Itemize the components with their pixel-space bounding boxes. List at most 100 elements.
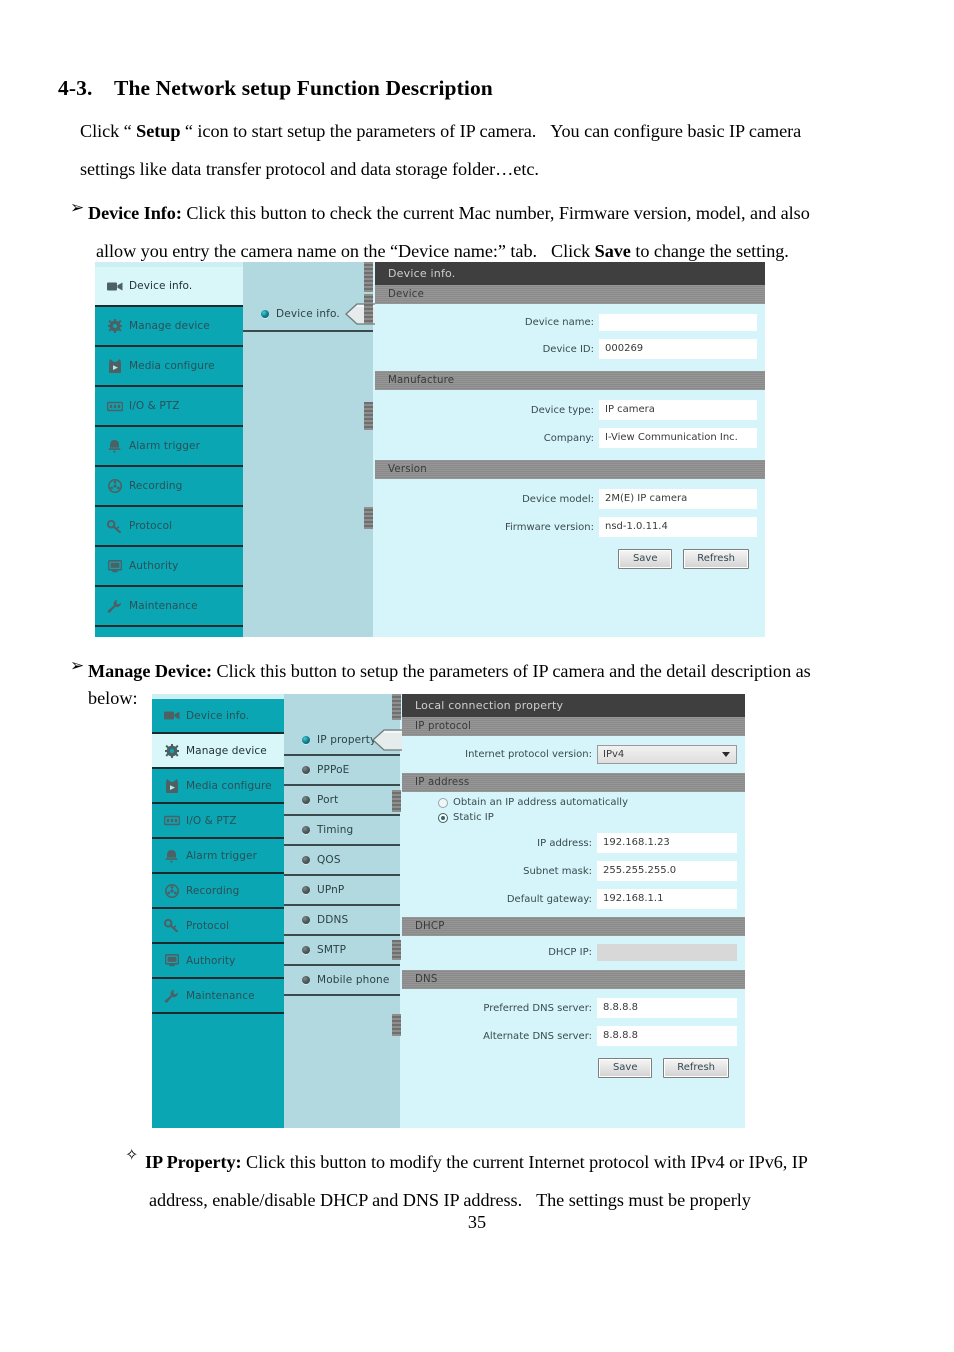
shot2-sidebar-item-i-o-ptz[interactable]: I/O & PTZ: [152, 804, 284, 839]
field-label: Company:: [543, 432, 594, 444]
sidebar-item-label: Manage device: [186, 744, 267, 757]
refresh-button[interactable]: Refresh: [663, 1058, 729, 1078]
sidebar-item-label: Protocol: [186, 919, 230, 932]
device-info-line-1: Click this button to check the current M…: [181, 203, 810, 223]
input-subnet-mask[interactable]: 255.255.255.0: [597, 861, 737, 881]
shot1-sidebar-item-alarm-trigger[interactable]: Alarm trigger: [95, 427, 243, 467]
monitor-icon: [106, 559, 123, 573]
field-label: Device type:: [530, 404, 594, 416]
shot1-sidebar-item-maintenance[interactable]: Maintenance: [95, 587, 243, 627]
shot2-section-head-dhcp: DHCP: [402, 917, 745, 936]
input-device-model[interactable]: 2M(E) IP camera: [599, 489, 757, 509]
input-preferred-dns-server[interactable]: 8.8.8.8: [597, 998, 737, 1018]
shot1-scroll-stub-4[interactable]: [364, 507, 373, 529]
radio-static-ip[interactable]: Static IP: [402, 810, 745, 825]
gear-icon: [163, 743, 180, 758]
input-device-type[interactable]: IP camera: [599, 400, 757, 420]
shot2-content-panel: Local connection property IP protocol Inte…: [402, 694, 745, 1128]
shot2-submenu-item-port[interactable]: Port: [284, 786, 400, 816]
shot1-sidebar-item-media-configure[interactable]: Media configure: [95, 347, 243, 387]
field-row: Company: I-View Communication Inc.: [375, 424, 765, 452]
submenu-item-label: UPnP: [317, 884, 345, 896]
shot2-sidebar-item-protocol[interactable]: Protocol: [152, 909, 284, 944]
sidebar-item-label: I/O & PTZ: [186, 814, 237, 827]
refresh-button[interactable]: Refresh: [683, 549, 749, 569]
field-label: Firmware version:: [504, 521, 594, 533]
sidebar-item-label: Maintenance: [186, 989, 255, 1002]
active-pointer-icon: [372, 729, 406, 751]
shot2-section-head-ip-address: IP address: [402, 773, 745, 792]
field-row: Alternate DNS server: 8.8.8.8: [402, 1022, 745, 1050]
submenu-item-label: SMTP: [317, 944, 347, 956]
input-firmware-version[interactable]: nsd-1.0.11.4: [599, 517, 757, 537]
shot2-sidebar-item-recording[interactable]: Recording: [152, 874, 284, 909]
input-company[interactable]: I-View Communication Inc.: [599, 428, 757, 448]
save-button[interactable]: Save: [598, 1058, 653, 1078]
shot1-sidebar-item-manage-device[interactable]: Manage device: [95, 307, 243, 347]
radio-dot-icon: [302, 976, 310, 984]
chevron-down-icon: [722, 752, 730, 757]
shot2-sidebar-item-authority[interactable]: Authority: [152, 944, 284, 979]
key-icon: [106, 519, 123, 533]
shot1-submenu-item-device-info[interactable]: Device info.: [243, 298, 379, 332]
radio-dot-icon: [302, 886, 310, 894]
sidebar-item-label: I/O & PTZ: [129, 400, 180, 412]
shot1-sidebar-item-protocol[interactable]: Protocol: [95, 507, 243, 547]
save-button[interactable]: Save: [618, 549, 673, 569]
shot2-sidebar-item-device-info[interactable]: Device info.: [152, 699, 284, 734]
select-internet-protocol-version[interactable]: IPv4: [597, 745, 737, 764]
shot2-sidebar-item-media-configure[interactable]: Media configure: [152, 769, 284, 804]
input-device-name[interactable]: [599, 314, 757, 331]
shot2-scroll-stub-4[interactable]: [392, 1014, 401, 1036]
shot2-sidebar-item-manage-device[interactable]: Manage device: [152, 734, 284, 769]
shot1-sidebar-item-device-info[interactable]: Device info.: [95, 267, 243, 307]
bell-icon: [163, 849, 180, 863]
submenu-item-label: Port: [317, 794, 339, 806]
shot2-submenu-item-smtp[interactable]: SMTP: [284, 936, 400, 966]
intro-text-c: “ icon to start setup the parameters of …: [180, 121, 537, 141]
input-default-gateway[interactable]: 192.168.1.1: [597, 889, 737, 909]
input-device-id[interactable]: 000269: [599, 339, 757, 359]
field-label: Internet protocol version:: [465, 749, 592, 760]
input-ip-address[interactable]: 192.168.1.23: [597, 833, 737, 853]
shot1-button-row: Save Refresh: [375, 543, 765, 577]
shot2-submenu-item-pppoe[interactable]: PPPoE: [284, 756, 400, 786]
shot2-scroll-stub-2[interactable]: [392, 790, 401, 812]
sidebar-item-label: Recording: [186, 884, 240, 897]
shot2-submenu-item-ddns[interactable]: DDNS: [284, 906, 400, 936]
shot2-scroll-stub-3[interactable]: [392, 940, 401, 960]
submenu-item-label: QOS: [317, 854, 341, 866]
shot1-sidebar-item-i-o-ptz[interactable]: I/O & PTZ: [95, 387, 243, 427]
shot2-submenu-item-ip-property[interactable]: IP property: [284, 726, 406, 756]
field-label: Preferred DNS server:: [483, 1002, 592, 1014]
shot2-submenu-item-mobile-phone[interactable]: Mobile phone: [284, 966, 400, 996]
shot1-scroll-stub-1[interactable]: [364, 262, 373, 292]
device-info-term: Device Info:: [88, 203, 182, 223]
shot2-sidebar-item-maintenance[interactable]: Maintenance: [152, 979, 284, 1014]
shot1-submenu-top-pad: [243, 262, 373, 298]
page-title: 4-3. The Network setup Function Descripti…: [58, 76, 493, 101]
submenu-item-label: PPPoE: [317, 764, 350, 776]
radio-obtain-ip-automatically[interactable]: Obtain an IP address automatically: [402, 795, 745, 810]
active-pointer-icon: [345, 303, 379, 325]
shot2-sidebar-item-alarm-trigger[interactable]: Alarm trigger: [152, 839, 284, 874]
shot1-scroll-stub-2[interactable]: [364, 294, 373, 324]
shot1-sidebar-item-authority[interactable]: Authority: [95, 547, 243, 587]
shot2-submenu-item-timing[interactable]: Timing: [284, 816, 400, 846]
sidebar-item-label: Manage device: [129, 320, 210, 332]
below-label: below:: [88, 688, 138, 708]
radio-button-icon: [438, 812, 448, 823]
input-alternate-dns-server[interactable]: 8.8.8.8: [597, 1026, 737, 1046]
submenu-item-label: IP property: [317, 734, 377, 746]
camcorder-icon: [163, 709, 180, 723]
shot2-submenu-item-qos[interactable]: QOS: [284, 846, 400, 876]
shot1-scroll-stub-3[interactable]: [364, 402, 373, 430]
shot2-submenu-item-upnp[interactable]: UPnP: [284, 876, 400, 906]
field-label: Device name:: [524, 317, 594, 328]
intro-paragraph: Click “ Setup “ icon to start setup the …: [80, 112, 880, 188]
shot2-scroll-stub-1[interactable]: [392, 694, 401, 720]
field-row: Device name:: [375, 310, 765, 335]
shot1-sidebar-item-recording[interactable]: Recording: [95, 467, 243, 507]
sidebar-item-label: Device info.: [129, 280, 193, 292]
intro-line-2: settings like data transfer protocol and…: [80, 159, 539, 179]
